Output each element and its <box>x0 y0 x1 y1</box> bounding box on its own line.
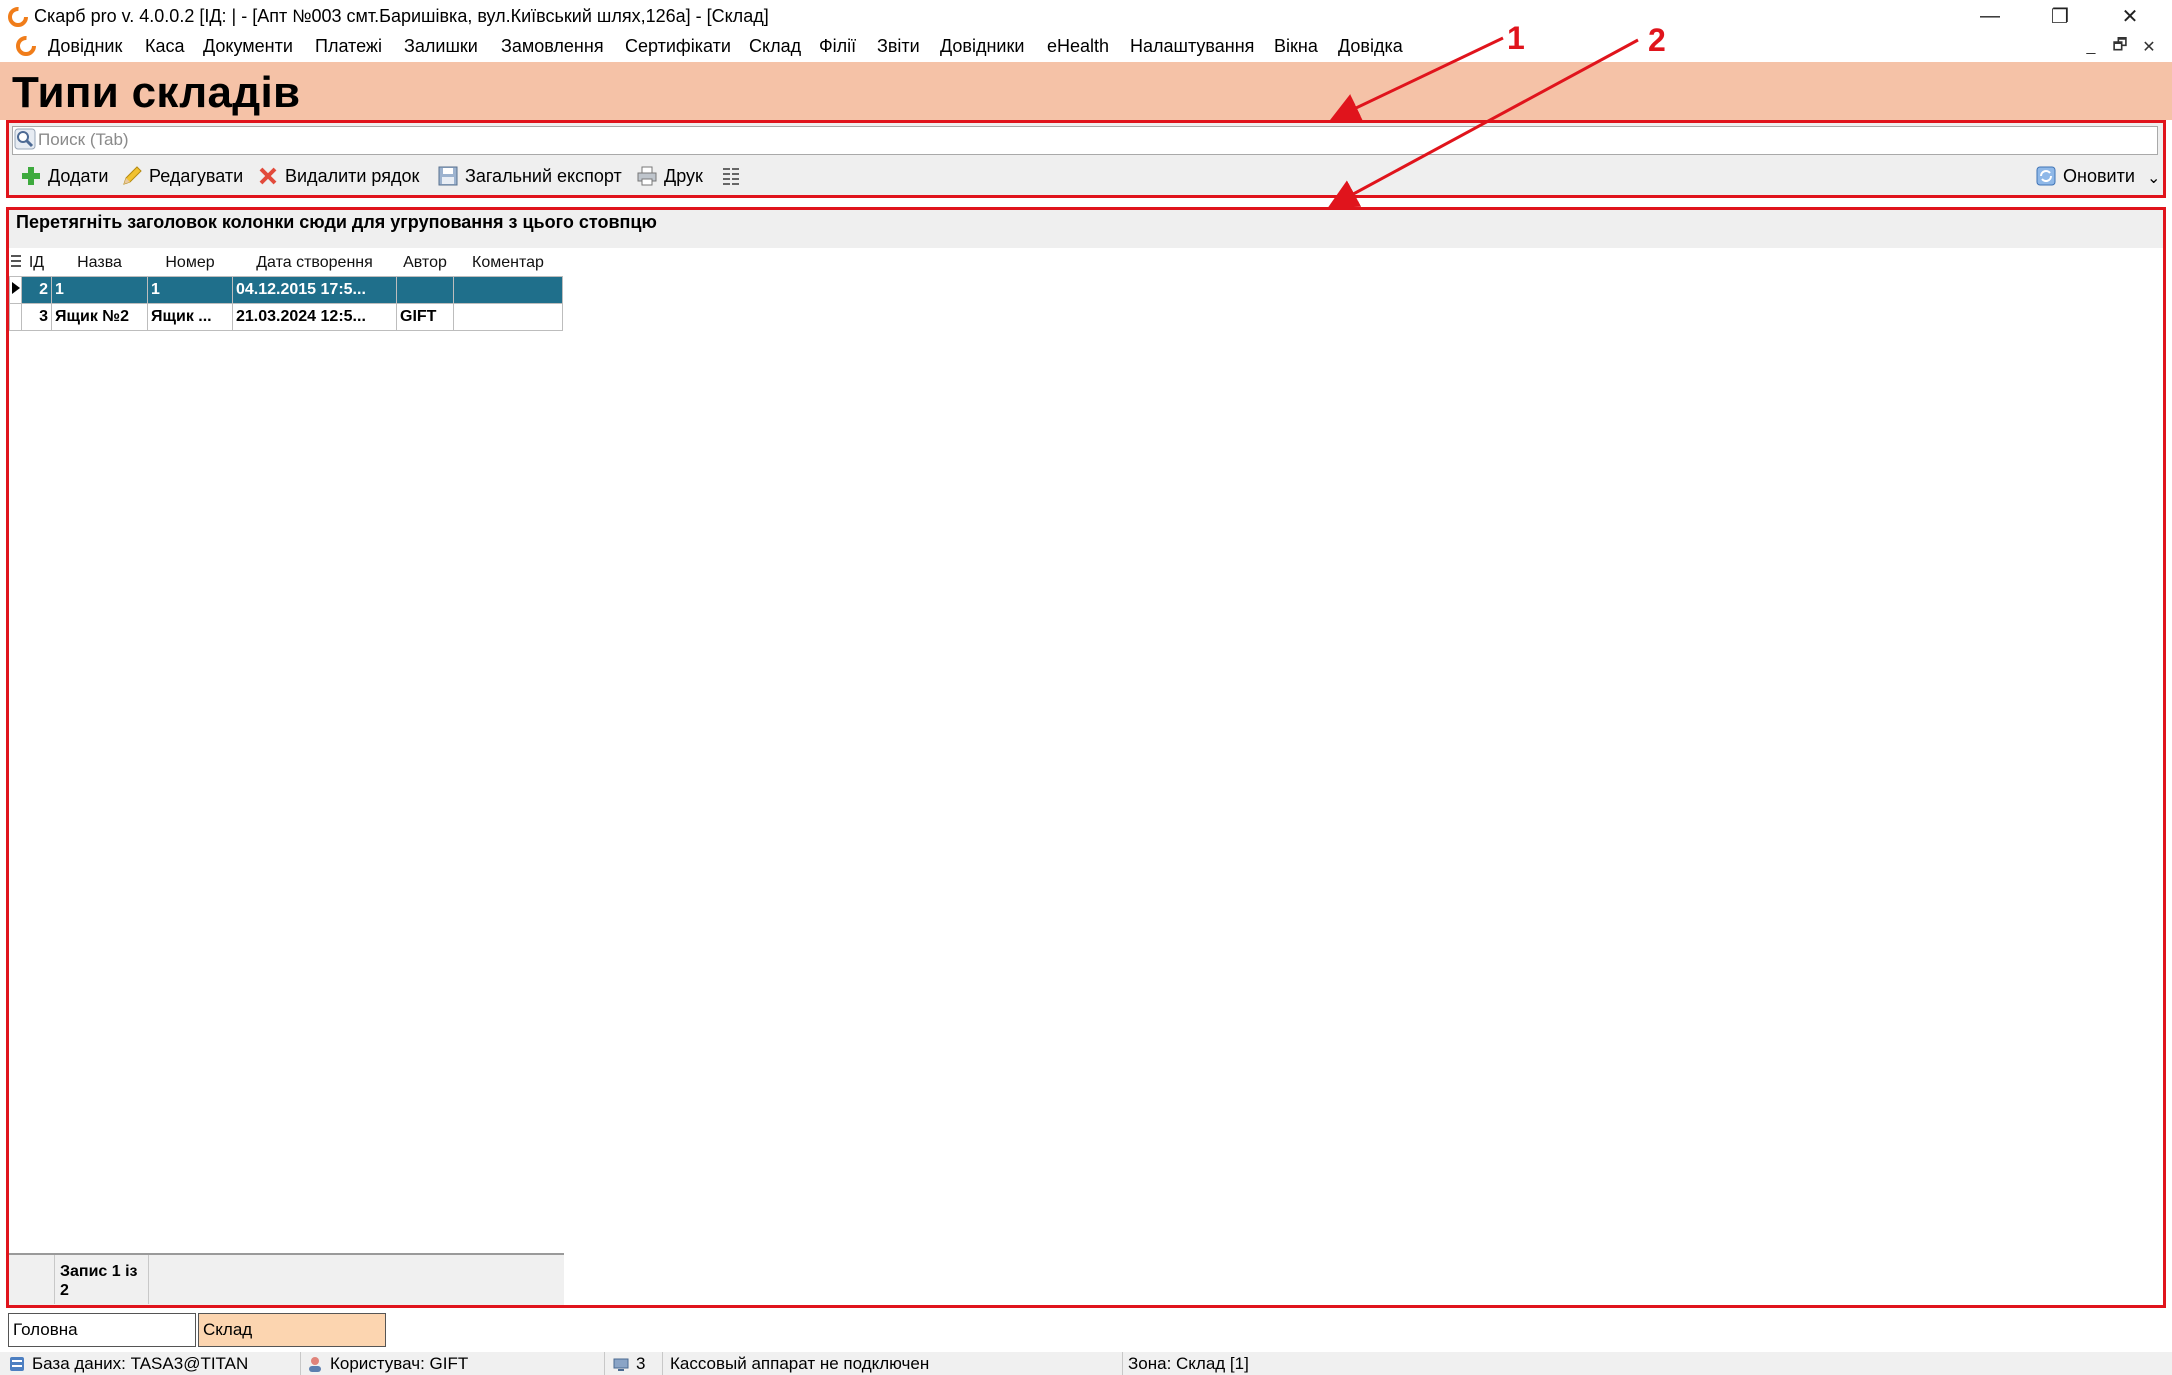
status-register: Кассовый аппарат не подключен <box>670 1354 930 1373</box>
menu-zamovlennia[interactable]: Замовлення <box>501 36 604 57</box>
mdi-restore-button[interactable]: 🗗 <box>2109 37 2131 57</box>
status-separator <box>1122 1352 1123 1375</box>
mdi-close-button[interactable]: ✕ <box>2138 37 2160 57</box>
status-count: 3 <box>612 1354 645 1374</box>
menu-zvity[interactable]: Звіти <box>877 36 920 57</box>
menu-sklad[interactable]: Склад <box>749 36 801 57</box>
menu-dovidnyky[interactable]: Довідники <box>940 36 1024 57</box>
menu-dovidnyk[interactable]: Довідник <box>48 36 122 57</box>
status-separator <box>604 1352 605 1375</box>
status-database-label: База даних: TASA3@TITAN <box>32 1354 249 1373</box>
workstation-icon <box>613 1358 629 1371</box>
page-title: Типи складів <box>12 68 301 117</box>
menu-platezhi[interactable]: Платежі <box>315 36 382 57</box>
annotation-box-2 <box>6 207 2166 1308</box>
menu-filii[interactable]: Філії <box>819 36 856 57</box>
annotation-label-2: 2 <box>1648 22 1666 58</box>
status-user-label: Користувач: GIFT <box>330 1354 469 1373</box>
menu-zalyshky[interactable]: Залишки <box>404 36 478 57</box>
database-icon <box>10 1357 24 1371</box>
window-title: Скарб pro v. 4.0.0.2 [ІД: | - [Апт №003 … <box>34 6 769 26</box>
mdi-minimize-button[interactable]: _ <box>2080 37 2102 57</box>
minimize-button[interactable]: — <box>1955 0 2025 33</box>
menu-dovidka[interactable]: Довідка <box>1338 36 1403 57</box>
status-separator <box>300 1352 301 1375</box>
menu-nalashtuvannia[interactable]: Налаштування <box>1130 36 1254 57</box>
menu-kasa[interactable]: Каса <box>145 36 185 57</box>
app-logo-icon <box>8 7 28 27</box>
status-count-label: 3 <box>636 1354 646 1373</box>
tab-sklad[interactable]: Склад <box>198 1313 386 1347</box>
status-database: База даних: TASA3@TITAN <box>8 1354 248 1374</box>
menu-sertyfikaty[interactable]: Сертифікати <box>625 36 731 57</box>
maximize-button[interactable]: ❐ <box>2025 0 2095 33</box>
annotation-label-1: 1 <box>1507 20 1525 56</box>
menu-dokumenty[interactable]: Документи <box>203 36 293 57</box>
tab-golovna[interactable]: Головна <box>8 1313 196 1347</box>
status-zone: Зона: Склад [1] <box>1128 1354 1249 1373</box>
status-user: Користувач: GIFT <box>306 1354 468 1374</box>
close-button[interactable]: ✕ <box>2095 0 2165 33</box>
annotation-box-1 <box>6 120 2166 198</box>
app-menu-icon[interactable] <box>14 34 38 58</box>
status-separator <box>662 1352 663 1375</box>
menu-ehealth[interactable]: eHealth <box>1047 36 1109 57</box>
page-header <box>0 62 2172 120</box>
user-icon <box>309 1357 321 1372</box>
menu-vikna[interactable]: Вікна <box>1274 36 1318 57</box>
